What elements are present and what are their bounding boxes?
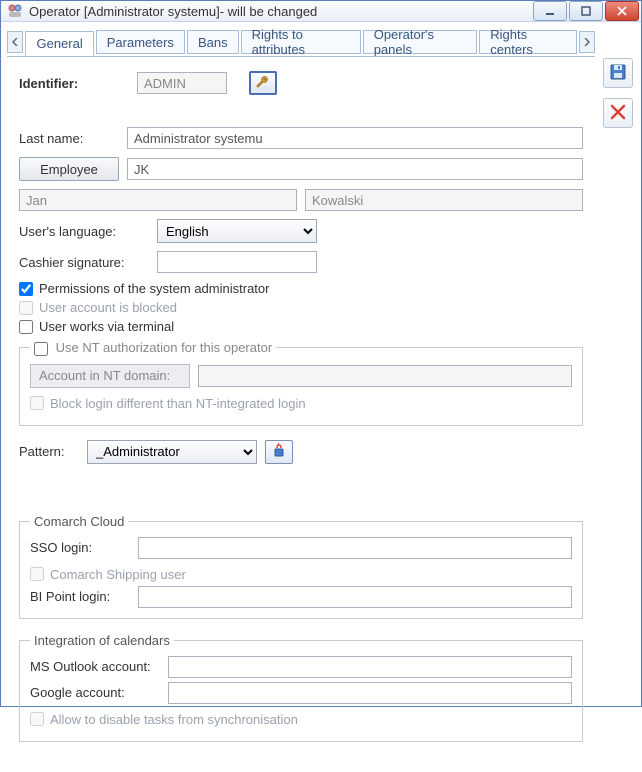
pattern-action-button[interactable] <box>265 440 293 464</box>
google-label: Google account: <box>30 685 160 700</box>
tab-parameters[interactable]: Parameters <box>96 30 185 54</box>
operator-window: Operator [Administrator systemu]- will b… <box>0 0 642 707</box>
window-title: Operator [Administrator systemu]- will b… <box>29 4 533 19</box>
employee-row: Employee <box>19 157 583 181</box>
sso-login-field[interactable] <box>138 537 572 559</box>
window-controls <box>533 1 641 21</box>
nt-account-label: Account in NT domain: <box>30 364 190 388</box>
tab-general[interactable]: General <box>25 31 93 56</box>
google-row: Google account: <box>30 682 572 704</box>
tab-scroll-left[interactable] <box>7 31 23 53</box>
tab-rights-centers[interactable]: Rights centers <box>479 30 576 54</box>
tab-rights-attributes[interactable]: Rights to attributes <box>241 30 361 54</box>
refresh-icon <box>271 442 287 461</box>
main-panel: General Parameters Bans Rights to attrib… <box>7 28 595 766</box>
maximize-button[interactable] <box>569 1 603 21</box>
cashier-signature-field[interactable] <box>157 251 317 273</box>
employee-button[interactable]: Employee <box>19 157 119 181</box>
employee-name-row <box>19 189 583 211</box>
shipping-user-row: Comarch Shipping user <box>30 567 572 582</box>
shipping-user-label: Comarch Shipping user <box>50 567 186 582</box>
nt-fieldset: Use NT authorization for this operator A… <box>19 340 583 426</box>
terminal-check-label: User works via terminal <box>39 319 174 334</box>
blocked-check-label: User account is blocked <box>39 300 177 315</box>
google-account-field[interactable] <box>168 682 572 704</box>
language-row: User's language: English <box>19 219 583 243</box>
bi-label: BI Point login: <box>30 589 130 604</box>
close-icon <box>610 104 626 123</box>
cashier-row: Cashier signature: <box>19 251 583 273</box>
tab-scroll-right[interactable] <box>579 31 595 53</box>
bi-row: BI Point login: <box>30 586 572 608</box>
cashier-label: Cashier signature: <box>19 255 149 270</box>
nt-blocklogin-checkbox <box>30 396 44 410</box>
nt-account-row: Account in NT domain: <box>30 364 572 388</box>
language-label: User's language: <box>19 224 149 239</box>
sysadmin-check-label: Permissions of the system administrator <box>39 281 269 296</box>
tab-body-general: Identifier: Last name: <box>7 56 595 766</box>
titlebar: Operator [Administrator systemu]- will b… <box>1 1 641 22</box>
pattern-label: Pattern: <box>19 444 79 459</box>
wrench-icon <box>255 74 271 93</box>
outlook-row: MS Outlook account: <box>30 656 572 678</box>
allow-disable-label: Allow to disable tasks from synchronisat… <box>50 712 298 727</box>
content-area: General Parameters Bans Rights to attrib… <box>1 22 641 772</box>
blocked-check-row: User account is blocked <box>19 300 583 315</box>
sysadmin-checkbox[interactable] <box>19 282 33 296</box>
terminal-check-row: User works via terminal <box>19 319 583 334</box>
last-name-field[interactable] <box>127 127 583 149</box>
app-icon <box>7 3 23 19</box>
minimize-button[interactable] <box>533 1 567 21</box>
bi-point-login-field[interactable] <box>138 586 572 608</box>
nt-legend: Use NT authorization for this operator <box>30 340 276 356</box>
sso-label: SSO login: <box>30 540 130 555</box>
language-select[interactable]: English <box>157 219 317 243</box>
identifier-tool-button[interactable] <box>249 71 277 95</box>
save-icon <box>609 63 627 84</box>
pattern-row: Pattern: _Administrator <box>19 440 583 464</box>
outlook-label: MS Outlook account: <box>30 659 160 674</box>
sso-row: SSO login: <box>30 537 572 559</box>
calendars-legend: Integration of calendars <box>30 633 174 648</box>
tabstrip: General Parameters Bans Rights to attrib… <box>7 28 595 56</box>
blocked-checkbox <box>19 301 33 315</box>
pattern-select[interactable]: _Administrator <box>87 440 257 464</box>
save-button[interactable] <box>603 58 633 88</box>
employee-surname-field <box>305 189 583 211</box>
outlook-account-field[interactable] <box>168 656 572 678</box>
allow-disable-checkbox <box>30 712 44 726</box>
terminal-checkbox[interactable] <box>19 320 33 334</box>
identifier-row: Identifier: <box>19 71 583 95</box>
nt-enable-checkbox[interactable] <box>34 342 48 356</box>
calendars-fieldset: Integration of calendars MS Outlook acco… <box>19 633 583 742</box>
shipping-user-checkbox <box>30 567 44 581</box>
tab-bans[interactable]: Bans <box>187 30 239 54</box>
cloud-legend: Comarch Cloud <box>30 514 128 529</box>
employee-acronym-field[interactable] <box>127 158 583 180</box>
side-toolbar <box>601 28 635 766</box>
last-name-label: Last name: <box>19 131 119 146</box>
nt-account-field <box>198 365 572 387</box>
nt-legend-text: Use NT authorization for this operator <box>56 340 273 355</box>
identifier-field[interactable] <box>137 72 227 94</box>
tab-operators-panels[interactable]: Operator's panels <box>363 30 478 54</box>
sysadmin-check-row: Permissions of the system administrator <box>19 281 583 296</box>
employee-firstname-field <box>19 189 297 211</box>
nt-blocklogin-label: Block login different than NT-integrated… <box>50 396 306 411</box>
cloud-fieldset: Comarch Cloud SSO login: Comarch Shippin… <box>19 514 583 619</box>
nt-blocklogin-row: Block login different than NT-integrated… <box>30 396 572 411</box>
identifier-label: Identifier: <box>19 76 129 91</box>
window-close-button[interactable] <box>605 1 639 21</box>
allow-disable-row: Allow to disable tasks from synchronisat… <box>30 712 572 727</box>
last-name-row: Last name: <box>19 127 583 149</box>
cancel-button[interactable] <box>603 98 633 128</box>
